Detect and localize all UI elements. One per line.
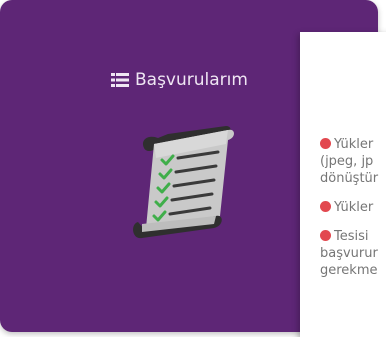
info-line: başvurur xyxy=(320,246,378,261)
info-line: Yükler xyxy=(334,137,374,152)
info-paragraph: Tesisi başvurur gerekme xyxy=(320,228,386,279)
info-line: Yükler xyxy=(334,200,374,215)
info-line: (jpeg, jp xyxy=(320,154,374,169)
list-icon xyxy=(111,73,129,87)
info-paragraph: Yükler (jpeg, jp dönüştür xyxy=(320,136,386,187)
info-panel-text: Yükler (jpeg, jp dönüştür Yükler Tesisi … xyxy=(320,136,386,279)
bullet-dot-icon xyxy=(320,201,331,212)
info-line: Tesisi xyxy=(334,229,369,244)
bullet-dot-icon xyxy=(320,138,331,149)
card-title-label: Başvurularım xyxy=(135,70,248,90)
info-panel: Yükler (jpeg, jp dönüştür Yükler Tesisi … xyxy=(300,32,386,337)
page: Başvurularım Yükler (jpeg, jp dönüştür Y… xyxy=(0,0,386,337)
info-line: gerekme xyxy=(320,263,378,278)
bullet-dot-icon xyxy=(320,230,331,241)
info-line: dönüştür xyxy=(320,171,379,186)
card-title[interactable]: Başvurularım xyxy=(111,70,248,90)
info-paragraph: Yükler xyxy=(320,199,386,216)
document-scroll-checklist-icon xyxy=(133,126,234,239)
